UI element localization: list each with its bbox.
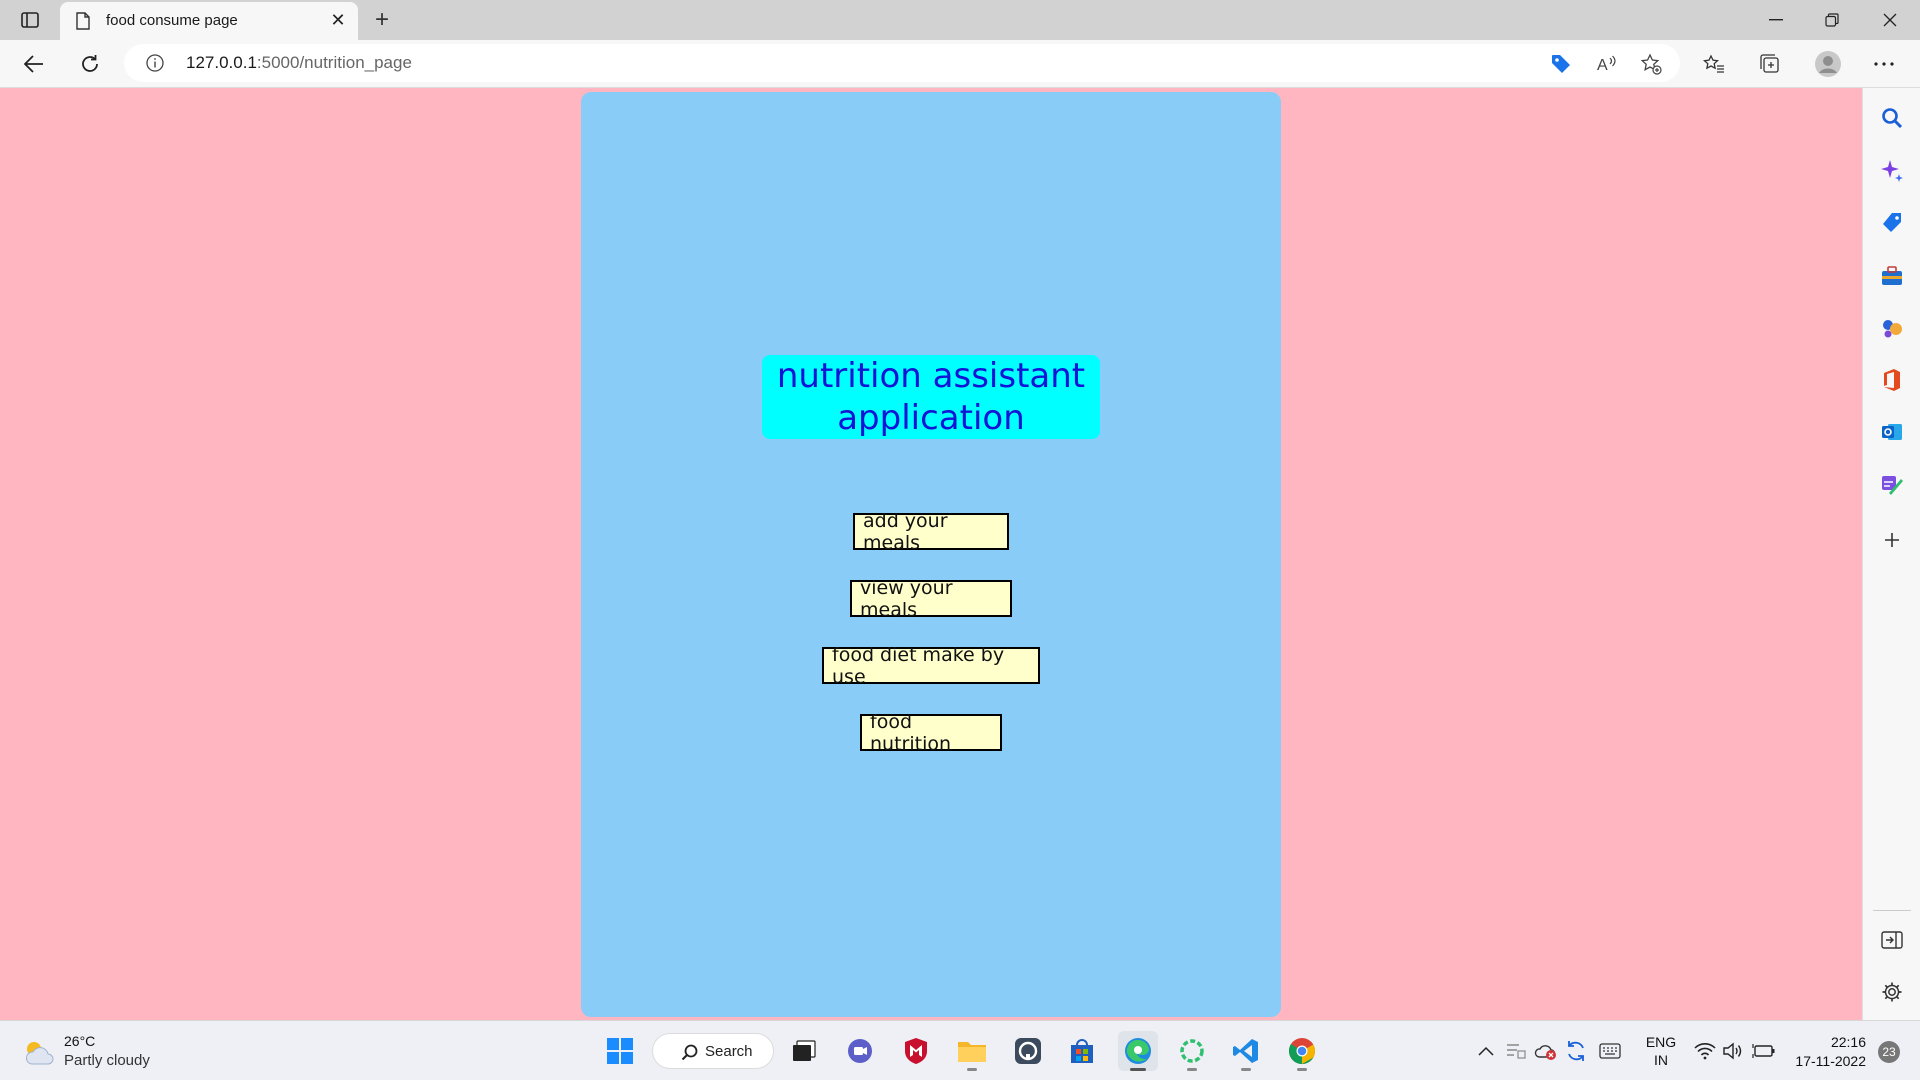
system-clock[interactable]: 22:16 17-11-2022 [1792, 1033, 1866, 1071]
url-host: 127.0.0.1 [186, 53, 257, 72]
profile-avatar-icon[interactable] [1812, 48, 1844, 80]
site-info-icon[interactable] [146, 54, 164, 76]
running-indicator [967, 1068, 977, 1071]
page-heading: nutrition assistant application [776, 356, 1086, 438]
tools-briefcase-icon[interactable] [1878, 262, 1906, 290]
view-meals-button[interactable]: view your meals [850, 577, 1012, 621]
browser-toolbar: 127.0.0.1:5000/nutrition_page A [0, 40, 1920, 88]
restore-icon[interactable] [1804, 0, 1860, 40]
coupon-tag-icon[interactable] [1548, 51, 1574, 77]
task-view-icon[interactable] [784, 1031, 824, 1071]
wifi-icon[interactable] [1693, 1039, 1717, 1063]
food-nutrition-button[interactable]: food nutrition [860, 711, 1002, 755]
chrome-icon[interactable] [1282, 1031, 1322, 1071]
mcafee-icon[interactable] [896, 1031, 936, 1071]
search-icon[interactable] [1878, 104, 1906, 132]
main-panel: nutrition assistant application add your… [581, 92, 1281, 1017]
partly-cloudy-icon [22, 1037, 56, 1071]
notification-count-badge[interactable]: 23 [1878, 1041, 1900, 1063]
url-path: :5000/nutrition_page [256, 53, 412, 72]
input-language-indicator[interactable]: ENG IN [1644, 1033, 1678, 1069]
language-code: ENG [1645, 1034, 1677, 1050]
vscode-icon[interactable] [1226, 1031, 1266, 1071]
sync-icon[interactable] [1564, 1039, 1588, 1063]
outlook-icon[interactable] [1878, 418, 1906, 446]
edge-sidebar [1862, 88, 1920, 1020]
running-indicator [1241, 1068, 1251, 1071]
close-tab-icon[interactable]: ✕ [328, 10, 348, 31]
shopping-tag-icon[interactable] [1878, 209, 1906, 237]
collections-icon[interactable] [1754, 48, 1786, 80]
microsoft-store-icon[interactable] [1062, 1031, 1102, 1071]
svg-text:A: A [1597, 57, 1608, 74]
show-hidden-icons-chevron-up-icon[interactable] [1474, 1039, 1498, 1063]
language-region: IN [1654, 1052, 1668, 1068]
display-list-icon[interactable] [1504, 1039, 1528, 1063]
windows-start-icon[interactable] [600, 1031, 640, 1071]
sidebar-settings-gear-icon[interactable] [1878, 978, 1906, 1006]
github-app-icon[interactable] [1008, 1031, 1048, 1071]
file-explorer-icon[interactable] [952, 1031, 992, 1071]
page-favicon-icon [76, 12, 90, 34]
edge-browser-icon[interactable] [1118, 1031, 1158, 1071]
loading-ring-app-icon[interactable] [1172, 1031, 1212, 1071]
tab-actions-icon[interactable] [14, 8, 46, 32]
close-window-icon[interactable] [1862, 0, 1918, 40]
tab-title: food consume page [106, 12, 238, 29]
hide-sidebar-icon[interactable] [1878, 926, 1906, 954]
games-icon[interactable] [1878, 314, 1906, 342]
address-bar[interactable]: 127.0.0.1:5000/nutrition_page A [124, 44, 1680, 82]
favorites-icon[interactable] [1698, 48, 1730, 80]
onedrive-error-icon[interactable] [1534, 1039, 1558, 1063]
new-tab-button[interactable]: + [368, 6, 396, 34]
volume-icon[interactable] [1721, 1039, 1745, 1063]
read-aloud-icon[interactable]: A [1594, 51, 1620, 77]
taskbar-search-label: Search [705, 1043, 753, 1060]
browser-tab[interactable]: food consume page ✕ [60, 2, 358, 40]
sidebar-divider [1873, 910, 1911, 911]
page-viewport: nutrition assistant application add your… [0, 88, 1862, 1020]
url-text[interactable]: 127.0.0.1:5000/nutrition_page [186, 53, 412, 73]
clock-time: 22:16 [1830, 1034, 1866, 1050]
drop-paint-icon[interactable] [1878, 470, 1906, 498]
minimize-icon[interactable] [1748, 0, 1804, 40]
weather-condition: Partly cloudy [64, 1052, 150, 1069]
running-indicator [1130, 1068, 1146, 1071]
refresh-icon[interactable] [74, 48, 106, 80]
office-icon[interactable] [1878, 366, 1906, 394]
running-indicator [1297, 1068, 1307, 1071]
add-meals-button[interactable]: add your meals [853, 510, 1009, 554]
food-diet-button[interactable]: food diet make by use [822, 644, 1040, 688]
heading-box: nutrition assistant application [762, 355, 1100, 439]
keyboard-icon[interactable] [1598, 1039, 1622, 1063]
clock-date: 17-11-2022 [1795, 1053, 1866, 1069]
add-favorite-icon[interactable] [1638, 51, 1664, 77]
running-indicator [1187, 1068, 1197, 1071]
add-sidebar-app-icon[interactable] [1878, 526, 1906, 554]
windows-taskbar: 26°C Partly cloudy Search ENG IN 22:16 1… [0, 1020, 1920, 1080]
battery-charging-icon[interactable] [1752, 1039, 1776, 1063]
tab-strip: food consume page ✕ + [0, 0, 1920, 40]
taskbar-search[interactable]: Search [652, 1033, 774, 1069]
copilot-sparkle-icon[interactable] [1878, 157, 1906, 185]
teams-chat-icon[interactable] [840, 1031, 880, 1071]
settings-more-icon[interactable] [1868, 48, 1900, 80]
taskbar-search-icon [681, 1043, 699, 1065]
back-icon[interactable] [18, 48, 50, 80]
weather-temperature: 26°C [64, 1033, 96, 1049]
